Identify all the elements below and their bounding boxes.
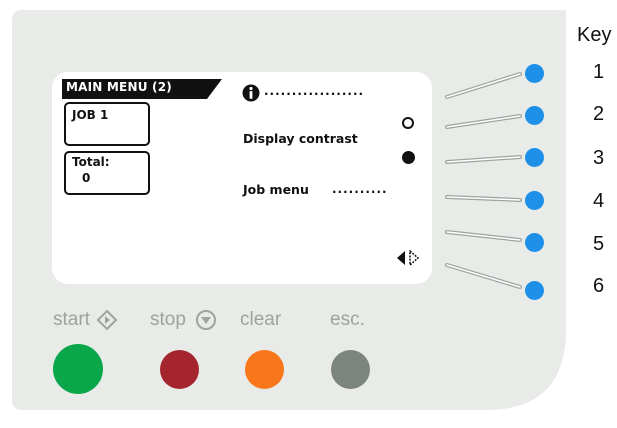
key-button-4[interactable] bbox=[525, 191, 544, 210]
key-button-3[interactable] bbox=[525, 148, 544, 167]
key-number-2: 2 bbox=[593, 103, 605, 125]
esc-label: esc. bbox=[330, 309, 365, 330]
clear-button[interactable] bbox=[245, 350, 284, 389]
contrast-decrease-icon bbox=[402, 151, 415, 164]
page-arrows-icon bbox=[397, 250, 420, 266]
job-menu-dots: .......... bbox=[332, 182, 388, 196]
stop-label: stop bbox=[150, 309, 186, 330]
key-number-4: 4 bbox=[593, 190, 605, 212]
total-label: Total: bbox=[72, 155, 110, 169]
key-number-3: 3 bbox=[593, 147, 605, 169]
job-box: JOB 1 bbox=[64, 102, 150, 146]
key-button-6[interactable] bbox=[525, 281, 544, 300]
total-box: Total: 0 bbox=[64, 151, 150, 195]
key-button-2[interactable] bbox=[525, 106, 544, 125]
contrast-increase-icon bbox=[402, 117, 414, 129]
esc-button[interactable] bbox=[331, 350, 370, 389]
info-icon bbox=[242, 84, 260, 102]
key-button-5[interactable] bbox=[525, 233, 544, 252]
key-title: Key bbox=[577, 24, 612, 46]
clear-label: clear bbox=[240, 309, 282, 330]
menu-title: MAIN MENU (2) bbox=[66, 80, 172, 94]
job-label: JOB 1 bbox=[72, 108, 109, 122]
key-number-6: 6 bbox=[593, 275, 605, 297]
display-contrast-label: Display contrast bbox=[243, 131, 358, 146]
start-label: start bbox=[53, 309, 90, 330]
key-button-1[interactable] bbox=[525, 64, 544, 83]
total-value: 0 bbox=[82, 171, 91, 185]
start-icon bbox=[96, 309, 118, 331]
job-menu-label: Job menu bbox=[243, 182, 309, 197]
info-dots: .................. bbox=[264, 84, 365, 98]
stop-button[interactable] bbox=[160, 350, 199, 389]
stop-icon bbox=[196, 310, 216, 330]
key-number-1: 1 bbox=[593, 61, 605, 83]
start-button[interactable] bbox=[53, 344, 103, 394]
key-number-5: 5 bbox=[593, 233, 605, 255]
